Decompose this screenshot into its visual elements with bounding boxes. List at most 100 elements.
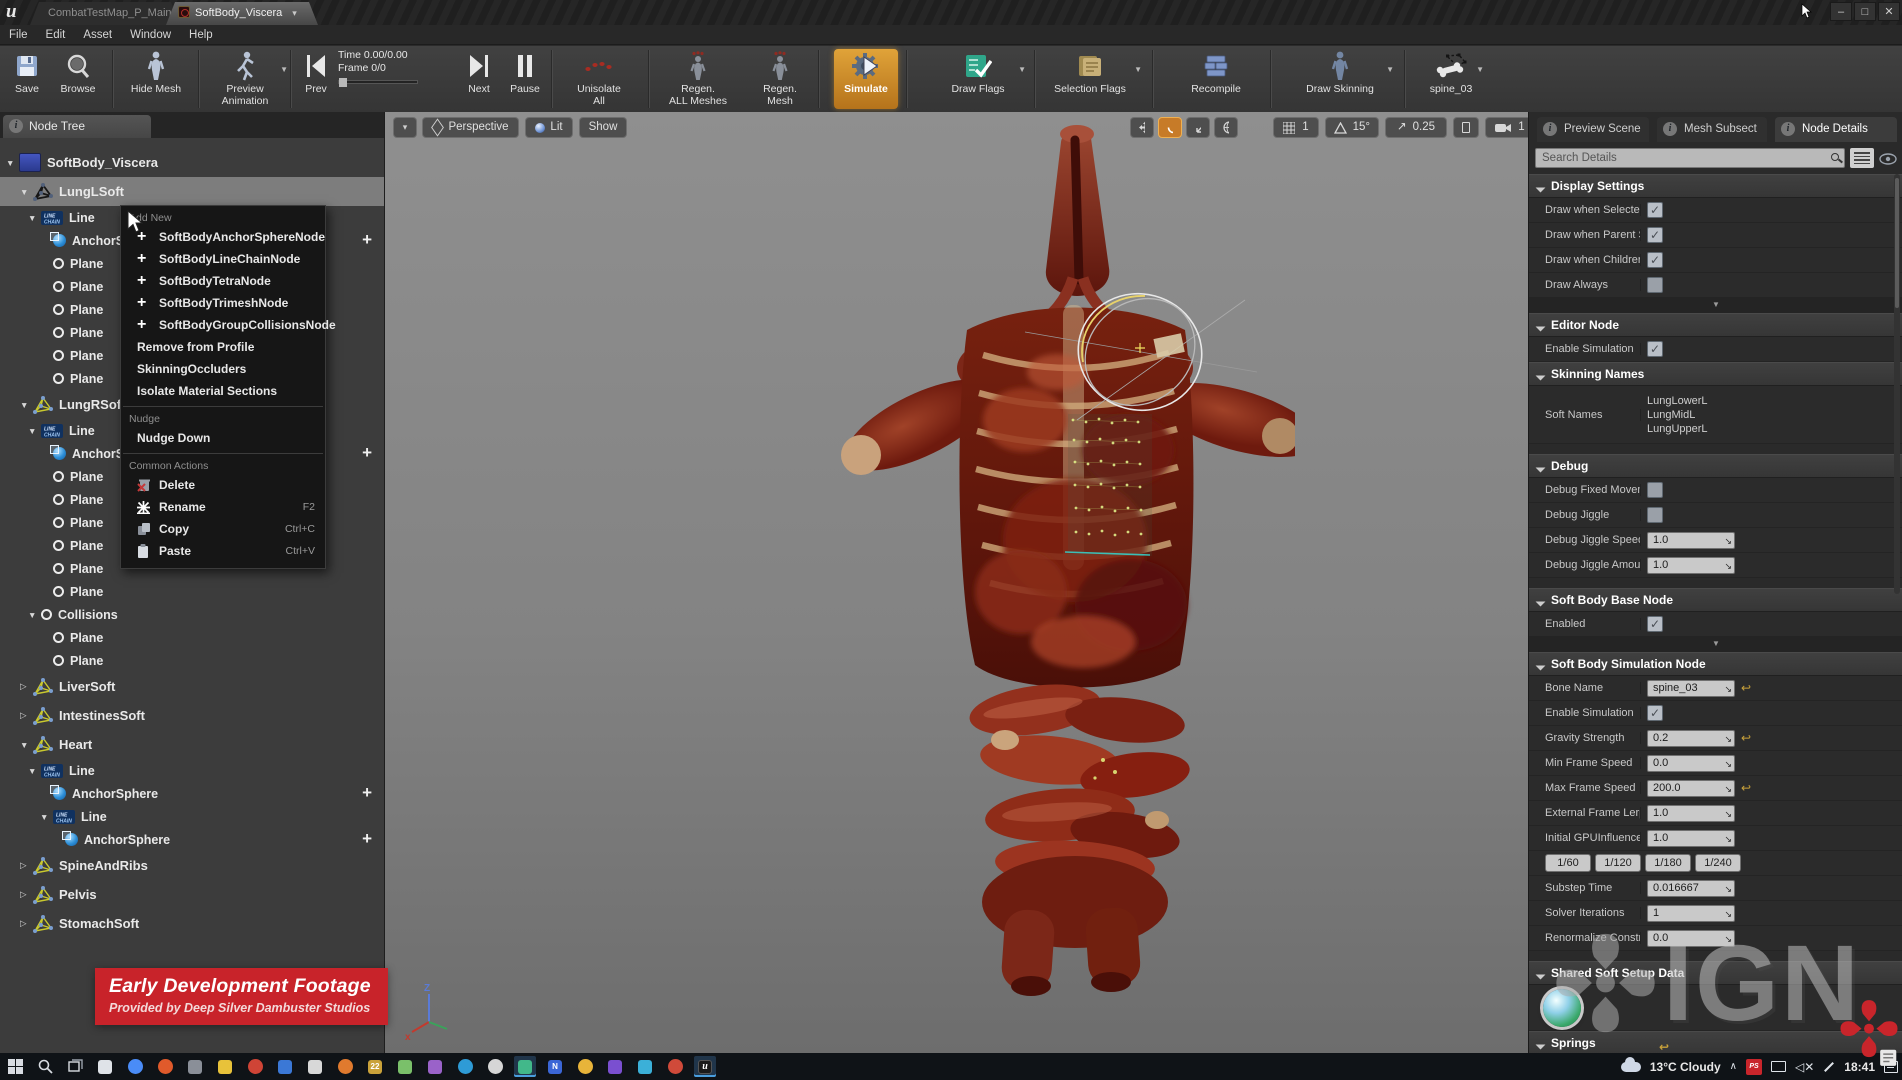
tree-item-plane[interactable]: Plane bbox=[0, 649, 384, 672]
taskbar-app-icon[interactable] bbox=[304, 1056, 326, 1077]
browse-button[interactable]: Browse bbox=[52, 49, 104, 109]
context-item-softbodylinechainnode[interactable]: +SoftBodyLineChainNode bbox=[121, 248, 325, 270]
context-item-paste[interactable]: PasteCtrl+V bbox=[121, 540, 325, 562]
preset-button-1-240[interactable]: 1/240 bbox=[1695, 854, 1741, 872]
section-editor-node[interactable]: Editor Node bbox=[1529, 313, 1902, 337]
dropdown-caret-icon[interactable]: ▼ bbox=[1476, 65, 1484, 74]
preset-button-1-60[interactable]: 1/60 bbox=[1545, 854, 1591, 872]
viewport[interactable]: ▾ Perspective Lit Show 1 15° ↗0.25 1 bbox=[385, 112, 1528, 1053]
unisolate-all-button[interactable]: UnisolateAll bbox=[556, 49, 642, 109]
tree-item-lunglsoft[interactable]: ▼LungLSoft bbox=[0, 177, 384, 206]
pen-icon[interactable] bbox=[1824, 1062, 1834, 1072]
weather-text[interactable]: 13°C Cloudy bbox=[1650, 1060, 1721, 1074]
expander-closed-icon[interactable]: ▷ bbox=[20, 710, 33, 721]
expander-open-icon[interactable]: ▼ bbox=[20, 400, 33, 410]
spinner-icon[interactable]: ↘ bbox=[1724, 807, 1732, 822]
tab-preview-scene[interactable]: iPreview Scene bbox=[1537, 117, 1649, 142]
tab-caret-icon[interactable]: ▾ bbox=[292, 8, 297, 18]
time-frame-display[interactable]: Time 0.00/0.00Frame 0/0 bbox=[338, 49, 426, 109]
tree-item-line[interactable]: ▼LINECHAINLine bbox=[0, 805, 384, 828]
chevron-up-icon[interactable]: ∧ bbox=[1730, 1061, 1737, 1072]
taskbar-app-icon[interactable] bbox=[514, 1056, 536, 1077]
value-input[interactable]: 200.0↘ bbox=[1647, 780, 1735, 797]
taskbar-calendar-icon[interactable]: 22 bbox=[364, 1056, 386, 1077]
taskbar-unreal-editor-icon[interactable]: u bbox=[694, 1056, 716, 1077]
spinner-icon[interactable]: ↘ bbox=[1724, 534, 1732, 549]
spinner-icon[interactable]: ↘ bbox=[1724, 882, 1732, 897]
tree-item-intestinessoft[interactable]: ▷IntestinesSoft bbox=[0, 701, 384, 730]
checkbox[interactable]: ✓ bbox=[1647, 482, 1663, 498]
taskbar-app-icon[interactable] bbox=[94, 1056, 116, 1077]
next-button[interactable]: Next bbox=[458, 49, 500, 109]
section-display-settings[interactable]: Display Settings bbox=[1529, 174, 1902, 198]
preview-animation-button[interactable]: PreviewAnimation▼ bbox=[204, 49, 286, 109]
value-input[interactable]: 1.0↘ bbox=[1647, 805, 1735, 822]
taskbar-app-icon[interactable] bbox=[454, 1056, 476, 1077]
details-scrollbar[interactable] bbox=[1894, 174, 1900, 594]
recompile-button[interactable]: Recompile bbox=[1172, 49, 1260, 109]
section-expander[interactable]: ▼ bbox=[1529, 298, 1902, 313]
context-item-softbodygroupcollisionsnode[interactable]: +SoftBodyGroupCollisionsNode bbox=[121, 314, 325, 336]
value-input[interactable]: 1.0↘ bbox=[1647, 557, 1735, 574]
expander-open-icon[interactable]: ▼ bbox=[28, 213, 41, 223]
section-soft-body-simulation-node[interactable]: Soft Body Simulation Node bbox=[1529, 652, 1902, 676]
taskbar-browser-icon[interactable] bbox=[124, 1056, 146, 1077]
section-expander[interactable]: ▼ bbox=[1529, 637, 1902, 652]
tree-item-plane[interactable]: Plane bbox=[0, 580, 384, 603]
checkbox[interactable]: ✓ bbox=[1647, 277, 1663, 293]
menu-edit[interactable]: Edit bbox=[37, 25, 75, 45]
expander-open-icon[interactable]: ▼ bbox=[40, 812, 53, 822]
taskbar-folder-icon[interactable] bbox=[214, 1056, 236, 1077]
spinner-icon[interactable]: ↘ bbox=[1724, 559, 1732, 574]
taskbar-app-icon[interactable] bbox=[604, 1056, 626, 1077]
regen-mesh-button[interactable]: Regen.Mesh bbox=[748, 49, 812, 109]
menu-asset[interactable]: Asset bbox=[74, 25, 121, 45]
dropdown-caret-icon[interactable]: ▼ bbox=[1134, 65, 1142, 74]
show-button[interactable]: Show bbox=[579, 117, 627, 138]
eye-icon[interactable] bbox=[1879, 151, 1897, 171]
view-options-button[interactable] bbox=[1850, 148, 1874, 168]
section-skinning-names[interactable]: Skinning Names bbox=[1529, 362, 1902, 386]
tree-item-anchorsphere[interactable]: AnchorSphere+ bbox=[0, 782, 384, 805]
expander-closed-icon[interactable]: ▷ bbox=[20, 860, 33, 871]
value-input[interactable]: spine_03↘ bbox=[1647, 680, 1735, 697]
taskbar-task-view-icon[interactable] bbox=[64, 1056, 86, 1077]
tab-combattestmap[interactable]: CombatTestMap_P_Main bbox=[30, 2, 180, 25]
spine-03-button[interactable]: spine_03▼ bbox=[1420, 49, 1482, 109]
value-input[interactable]: 0.016667↘ bbox=[1647, 880, 1735, 897]
menu-window[interactable]: Window bbox=[121, 25, 180, 45]
tree-item-plane[interactable]: Plane bbox=[0, 626, 384, 649]
checkbox[interactable]: ✓ bbox=[1647, 227, 1663, 243]
context-item-isolate-material-sections[interactable]: Isolate Material Sections bbox=[121, 380, 325, 402]
menu-file[interactable]: File bbox=[0, 25, 37, 45]
context-item-softbodytetranode[interactable]: +SoftBodyTetraNode bbox=[121, 270, 325, 292]
add-node-button[interactable]: + bbox=[362, 783, 372, 803]
lit-mode-button[interactable]: Lit bbox=[525, 117, 573, 138]
expander-closed-icon[interactable]: ▷ bbox=[20, 889, 33, 900]
add-node-button[interactable]: + bbox=[362, 829, 372, 849]
preset-button-1-120[interactable]: 1/120 bbox=[1595, 854, 1641, 872]
expander-open-icon[interactable]: ▼ bbox=[28, 766, 41, 776]
taskbar-browser-icon[interactable] bbox=[154, 1056, 176, 1077]
timeline-slider[interactable] bbox=[338, 80, 418, 84]
scale-snap-button[interactable]: ↗0.25 bbox=[1385, 117, 1447, 138]
viewport-options-button[interactable]: ▾ bbox=[393, 117, 417, 138]
context-item-nudge-down[interactable]: Nudge Down bbox=[121, 427, 325, 449]
selection-flags-button[interactable]: Selection Flags▼ bbox=[1040, 49, 1140, 109]
screen-size-button[interactable] bbox=[1453, 117, 1479, 138]
tab-mesh-subsections[interactable]: iMesh Subsect bbox=[1657, 117, 1767, 142]
tree-item-spineandribs[interactable]: ▷SpineAndRibs bbox=[0, 851, 384, 880]
minimize-button[interactable]: – bbox=[1830, 2, 1852, 21]
monitor-tray-icon[interactable] bbox=[1771, 1061, 1786, 1072]
section-soft-body-base-node[interactable]: Soft Body Base Node bbox=[1529, 588, 1902, 612]
dropdown-caret-icon[interactable]: ▼ bbox=[280, 65, 288, 74]
camera-speed-button[interactable]: 1 bbox=[1485, 117, 1528, 138]
expander-open-icon[interactable]: ▼ bbox=[28, 426, 41, 436]
expander-open-icon[interactable]: ▼ bbox=[20, 187, 33, 197]
value-input[interactable]: 1.0↘ bbox=[1647, 532, 1735, 549]
simulate-button[interactable]: Simulate bbox=[834, 49, 898, 109]
value-input[interactable]: 0.2↘ bbox=[1647, 730, 1735, 747]
expander-closed-icon[interactable]: ▷ bbox=[20, 681, 33, 692]
playstation-icon[interactable]: PS bbox=[1746, 1059, 1762, 1075]
taskbar-app-icon[interactable] bbox=[274, 1056, 296, 1077]
